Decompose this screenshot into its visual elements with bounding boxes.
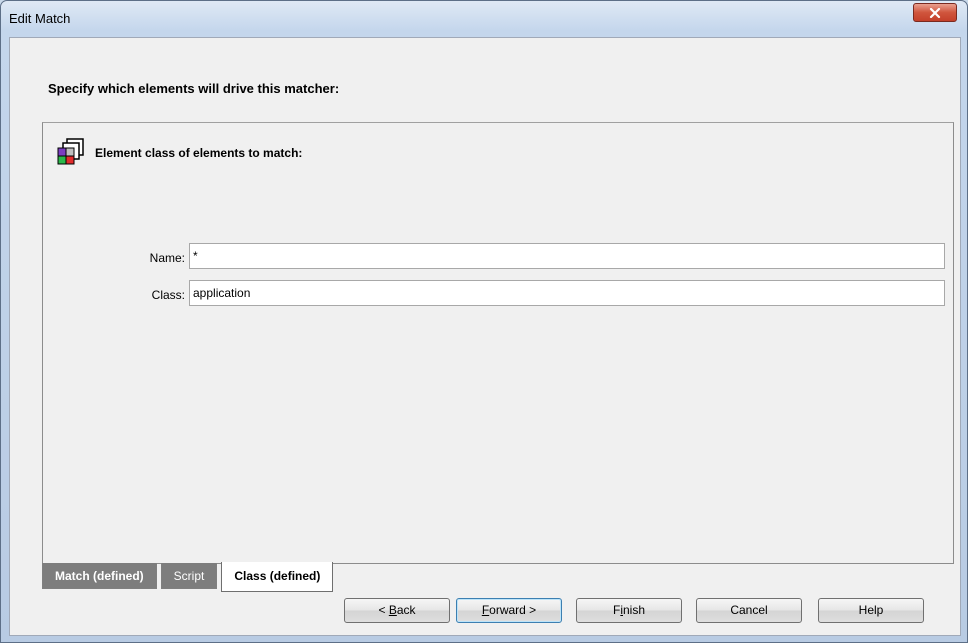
header-area: Specify which elements will drive this m… [10, 38, 960, 98]
button-bar: < Back Forward > Finish Cancel Help [10, 598, 960, 628]
name-label: Name: [149, 251, 185, 265]
back-label-mnemonic: B [388, 603, 397, 617]
back-label-rest: ack [396, 603, 416, 617]
section-label: Element class of elements to match: [95, 146, 303, 160]
window-title: Edit Match [9, 11, 71, 26]
title-bar[interactable]: Edit Match [1, 1, 967, 37]
class-label: Class: [151, 288, 185, 302]
close-icon [929, 7, 941, 18]
class-panel: Element class of elements to match: Name… [42, 122, 954, 564]
forward-label-rest: orward > [489, 603, 537, 617]
cancel-button[interactable]: Cancel [696, 598, 802, 623]
help-button[interactable]: Help [818, 598, 924, 623]
class-row: Class: [43, 280, 953, 310]
tab-script[interactable]: Script [160, 563, 218, 589]
tab-class-defined[interactable]: Class (defined) [221, 562, 334, 592]
section-header: Element class of elements to match: [55, 137, 302, 169]
dialog-client-area: Specify which elements will drive this m… [9, 37, 961, 636]
back-label-prefix: < [378, 603, 389, 617]
page-heading: Specify which elements will drive this m… [48, 81, 340, 96]
element-class-icon [57, 138, 84, 165]
name-row: Name: [43, 243, 953, 273]
name-input[interactable] [189, 243, 945, 269]
class-input[interactable] [189, 280, 945, 306]
close-button[interactable] [913, 3, 957, 22]
forward-button[interactable]: Forward > [456, 598, 562, 623]
tab-strip: Match (defined) Script Class (defined) [42, 562, 337, 593]
back-button[interactable]: < Back [344, 598, 450, 623]
tab-match-defined[interactable]: Match (defined) [42, 563, 157, 589]
finish-label-rest: nish [623, 603, 646, 617]
finish-button[interactable]: Finish [576, 598, 682, 623]
edit-match-window: Edit Match Specify which elements will d… [0, 0, 968, 643]
